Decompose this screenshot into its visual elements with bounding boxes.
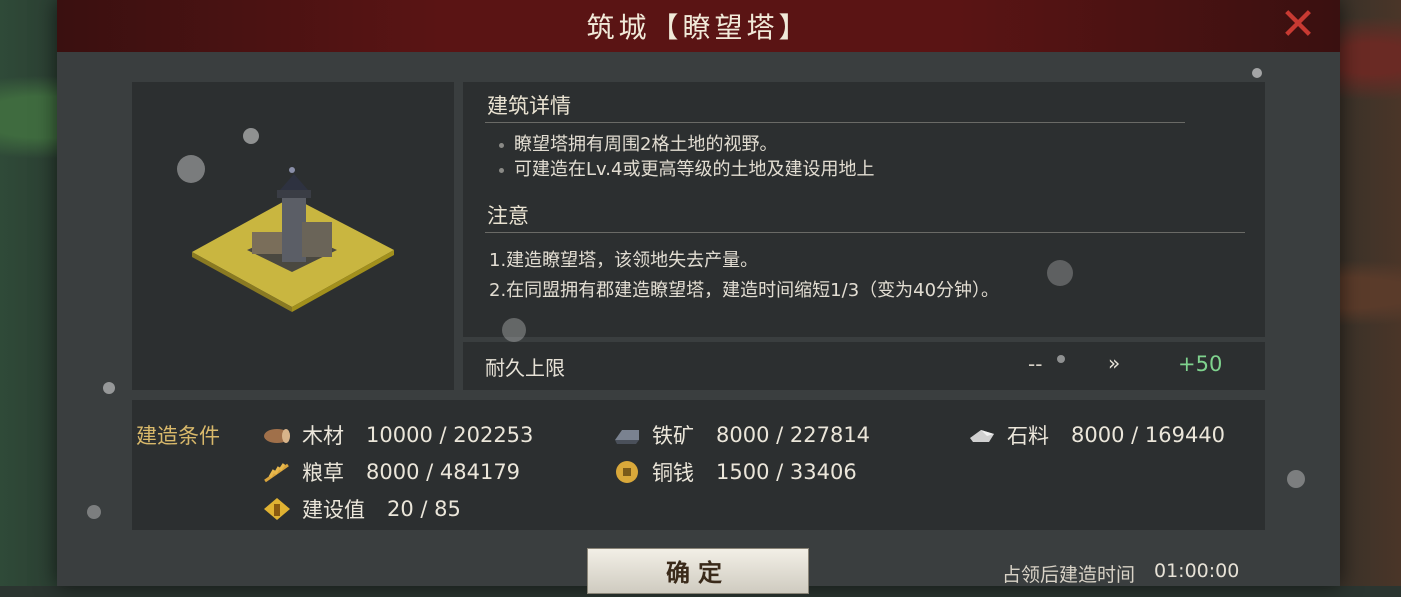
resource-grain: 粮草 8000 / 484179 <box>262 457 520 487</box>
note-line: 1.建造瞭望塔，该领地失去产量。 <box>489 250 759 271</box>
build-dialog: 筑城【瞭望塔】 ✕ 建筑详情 瞭望塔拥有周围2格土地的视野。 可建造在Lv.4或… <box>57 0 1340 594</box>
build-conditions-panel: 建造条件 木材 10000 / 202253 铁矿 8000 / 227814 … <box>132 400 1265 530</box>
build-time-label: 占领后建造时间 <box>1002 564 1136 586</box>
build-time-value: 01:00:00 <box>1154 560 1240 582</box>
snow-particle <box>177 155 205 183</box>
resource-construction: 建设值 20 / 85 <box>262 494 461 524</box>
title-bar: 筑城【瞭望塔】 ✕ <box>57 0 1340 52</box>
snow-particle <box>243 128 259 144</box>
iron-ore-icon <box>612 422 642 448</box>
conditions-title: 建造条件 <box>136 424 220 448</box>
detail-line: 可建造在Lv.4或更高等级的土地及建设用地上 <box>499 155 874 181</box>
snow-particle <box>1047 260 1073 286</box>
durability-label: 耐久上限 <box>485 356 565 380</box>
resource-iron: 铁矿 8000 / 227814 <box>612 420 870 450</box>
wood-icon <box>262 422 292 448</box>
close-icon: ✕ <box>1279 0 1317 50</box>
description-panel: 建筑详情 瞭望塔拥有周围2格土地的视野。 可建造在Lv.4或更高等级的土地及建设… <box>463 82 1265 337</box>
divider <box>485 122 1185 123</box>
durability-current: -- <box>1028 352 1043 376</box>
durability-increase: +50 <box>1178 352 1223 376</box>
snow-particle <box>1287 470 1305 488</box>
building-preview-panel <box>132 82 454 390</box>
construction-value-icon <box>262 496 292 522</box>
snow-particle <box>1057 355 1065 363</box>
resource-wood: 木材 10000 / 202253 <box>262 420 533 450</box>
snow-particle <box>87 505 101 519</box>
resource-copper: 铜钱 1500 / 33406 <box>612 457 857 487</box>
bullet-icon <box>499 142 504 148</box>
watchtower-image <box>192 167 394 312</box>
detail-line: 瞭望塔拥有周围2格土地的视野。 <box>499 130 777 156</box>
details-heading: 建筑详情 <box>487 94 571 118</box>
snow-particle <box>502 318 526 342</box>
notes-heading: 注意 <box>487 204 529 228</box>
double-arrow-icon: » <box>1108 351 1121 375</box>
snow-particle <box>1252 68 1262 78</box>
grain-icon <box>262 459 292 485</box>
confirm-button[interactable]: 确定 <box>587 548 809 594</box>
dialog-title: 筑城【瞭望塔】 <box>586 11 811 44</box>
snow-particle <box>103 382 115 394</box>
note-line: 2.在同盟拥有郡建造瞭望塔，建造时间缩短1/3（变为40分钟）。 <box>489 280 1000 301</box>
stone-icon <box>967 422 997 448</box>
durability-row: 耐久上限 -- » +50 <box>463 342 1265 390</box>
bullet-icon <box>499 167 504 173</box>
divider <box>485 232 1245 233</box>
resource-stone: 石料 8000 / 169440 <box>967 420 1225 450</box>
close-button[interactable]: ✕ <box>1278 3 1318 47</box>
copper-coin-icon <box>612 459 642 485</box>
